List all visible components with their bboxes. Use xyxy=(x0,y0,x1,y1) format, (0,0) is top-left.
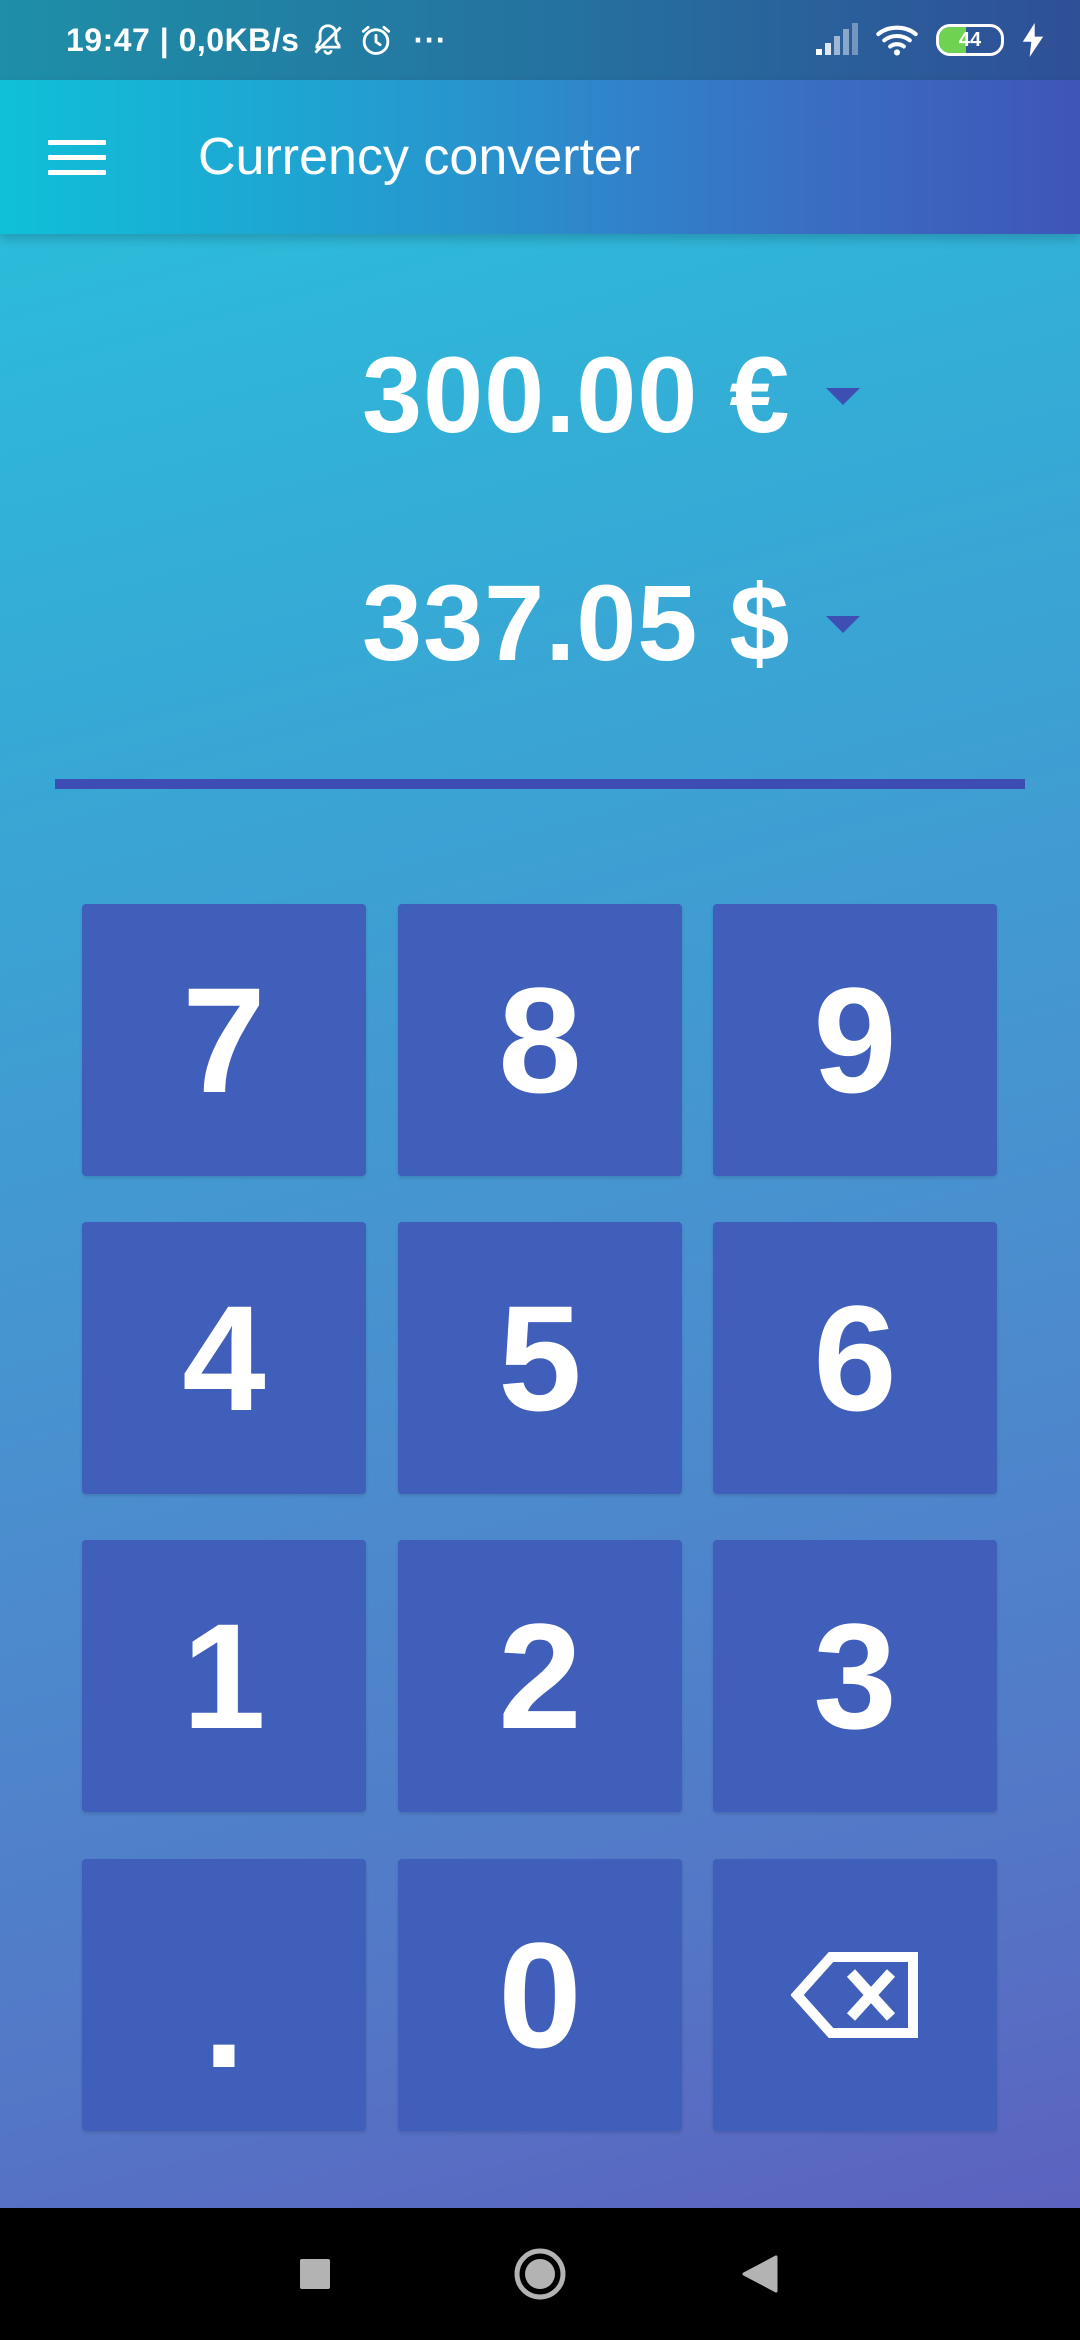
key-9[interactable]: 9 xyxy=(713,904,997,1176)
recents-square-icon[interactable] xyxy=(255,2208,375,2340)
system-navigation-bar xyxy=(0,2208,1080,2340)
app-screen: 19:47 | 0,0KB/s ··· 44 Currency converte… xyxy=(0,0,1080,2208)
key-5[interactable]: 5 xyxy=(398,1222,682,1494)
backspace-icon xyxy=(791,1951,919,2039)
key-0[interactable]: 0 xyxy=(398,1859,682,2131)
key-8[interactable]: 8 xyxy=(398,904,682,1176)
back-triangle-icon[interactable] xyxy=(700,2208,820,2340)
key-4[interactable]: 4 xyxy=(82,1222,366,1494)
backspace-button[interactable] xyxy=(713,1859,997,2131)
key-7[interactable]: 7 xyxy=(82,904,366,1176)
key-1[interactable]: 1 xyxy=(82,1540,366,1812)
key-6[interactable]: 6 xyxy=(713,1222,997,1494)
keypad: 7 8 9 4 5 6 1 2 3 . 0 xyxy=(0,0,1080,2208)
key-2[interactable]: 2 xyxy=(398,1540,682,1812)
key-3[interactable]: 3 xyxy=(713,1540,997,1812)
key-decimal-point[interactable]: . xyxy=(82,1859,366,2131)
home-circle-icon[interactable] xyxy=(480,2208,600,2340)
